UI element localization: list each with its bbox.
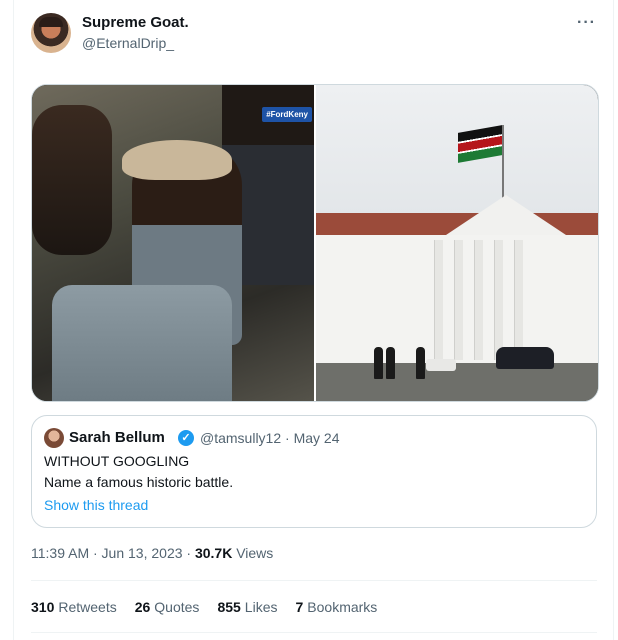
- tweet-timestamp[interactable]: 11:39 AM · Jun 13, 2023 ·: [31, 545, 195, 561]
- media-photo-crowd[interactable]: #FordKeny: [32, 85, 314, 401]
- author-handle[interactable]: @EternalDrip_: [82, 35, 174, 51]
- quoted-tweet[interactable]: Sarah Bellum ✓ @tamsully12 · May 24 WITH…: [31, 415, 597, 528]
- views-count: 30.7K: [194, 545, 233, 561]
- flag-icon: [458, 125, 502, 163]
- more-horizontal-icon[interactable]: ···: [577, 14, 596, 32]
- tweet-stats: 310 Retweets 26 Quotes 855 Likes 7 Bookmarks: [31, 599, 377, 615]
- verified-badge-icon: ✓: [178, 430, 194, 446]
- quoted-text-line2: Name a famous historic battle.: [44, 474, 234, 490]
- author-name[interactable]: Supreme Goat.: [82, 14, 189, 31]
- bookmarks-stat[interactable]: 7 Bookmarks: [295, 599, 377, 615]
- quoted-author-handle-date: @tamsully12 · May 24: [200, 430, 340, 446]
- quoted-author-avatar: [44, 428, 64, 448]
- tv-hashtag-overlay: #FordKeny: [262, 107, 312, 122]
- tweet-media[interactable]: #FordKeny: [31, 84, 599, 402]
- author-avatar[interactable]: [31, 13, 71, 53]
- quotes-stat[interactable]: 26 Quotes: [135, 599, 200, 615]
- retweets-stat[interactable]: 310 Retweets: [31, 599, 117, 615]
- tweet-timestamp-views: 11:39 AM · Jun 13, 2023 · 30.7K Views: [31, 545, 273, 561]
- tweet-card: Supreme Goat. @EternalDrip_ ··· #FordKen…: [13, 0, 614, 640]
- likes-stat[interactable]: 855 Likes: [217, 599, 277, 615]
- media-photo-building[interactable]: [316, 85, 598, 401]
- divider: [31, 580, 597, 581]
- quoted-text-line1: WITHOUT GOOGLING: [44, 453, 190, 469]
- views-label: Views: [232, 545, 274, 561]
- quoted-author-name: Sarah Bellum: [69, 429, 165, 446]
- divider: [31, 632, 597, 633]
- show-thread-link[interactable]: Show this thread: [44, 497, 148, 513]
